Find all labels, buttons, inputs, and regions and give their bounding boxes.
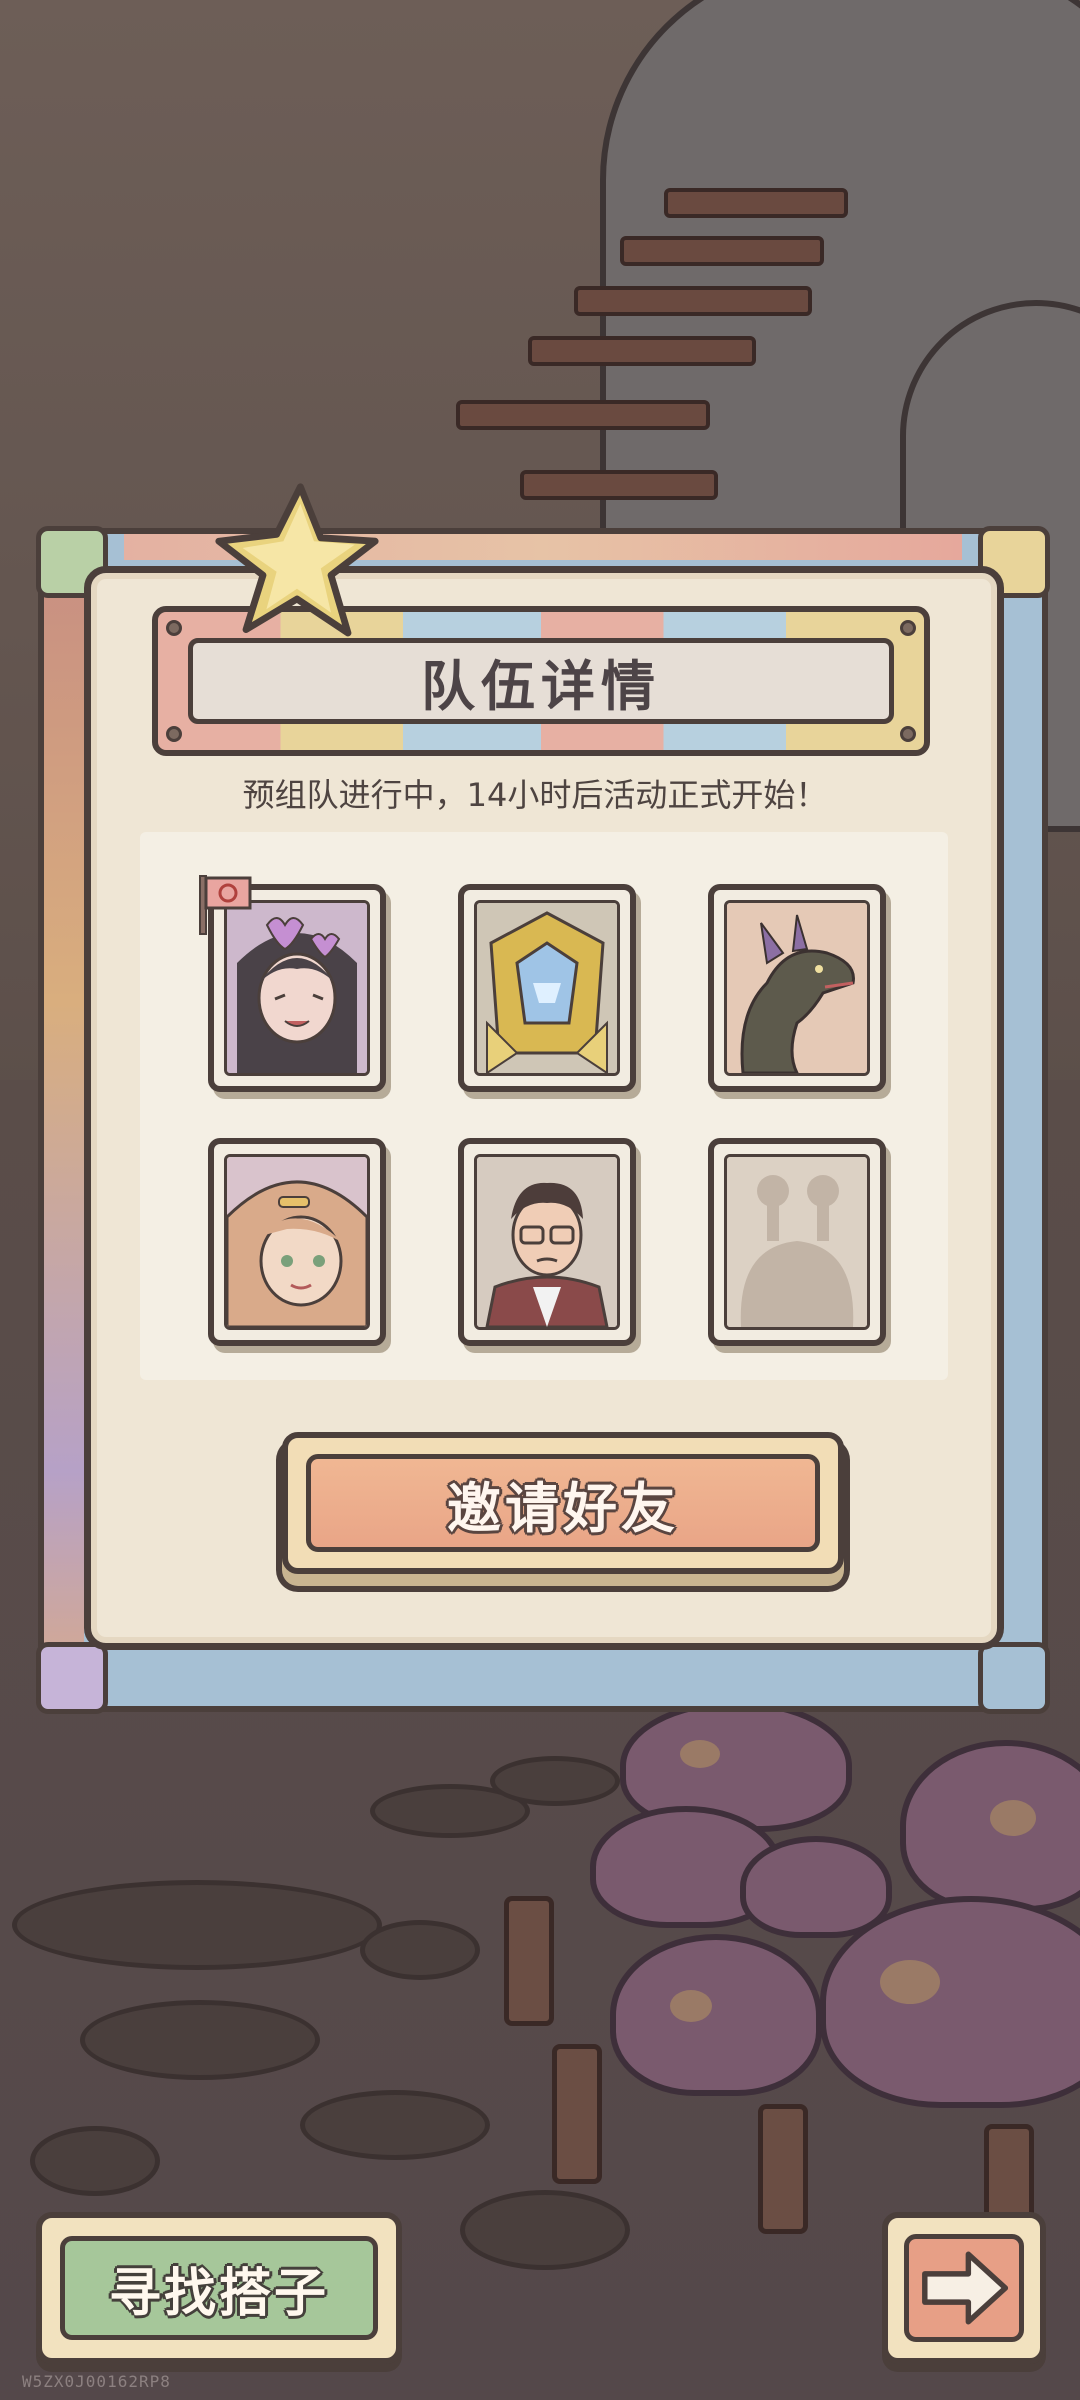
fence-post [504, 1896, 554, 2026]
stepping-stone [30, 2126, 160, 2196]
mushroom-spot [680, 1740, 720, 1768]
stepping-stone [460, 2190, 630, 2270]
mushroom-spot [670, 1990, 712, 2022]
mushroom [610, 1934, 822, 2096]
stair-plank [520, 470, 718, 500]
dragon-portrait [727, 903, 867, 1073]
golden-armored-knight-portrait [477, 903, 617, 1073]
stair-plank [456, 400, 710, 430]
stepping-stone [300, 2090, 490, 2160]
fence-post [552, 2044, 602, 2184]
mushroom-spot [990, 1800, 1036, 1836]
member-slot-6-empty[interactable] [708, 1138, 886, 1346]
stair-plank [574, 286, 812, 316]
member-portrait [224, 1154, 370, 1330]
member-slot-5[interactable] [458, 1138, 636, 1346]
find-partner-label: 寻找搭子 [108, 2263, 329, 2324]
arrow-right-icon [922, 2251, 1009, 2325]
fence-post [758, 2104, 808, 2234]
member-slot-2[interactable] [458, 884, 636, 1092]
dialog-title: 队伍详情 [421, 654, 661, 718]
stepping-stone [490, 1756, 620, 1806]
silhouette-icon [727, 1157, 867, 1327]
man-with-glasses-portrait [477, 1157, 617, 1327]
stepping-stone [360, 1920, 480, 1980]
girl-with-hair-clip-portrait [227, 1157, 367, 1327]
bolt [900, 620, 916, 636]
dialog-subtitle: 预组队进行中，14小时后活动正式开始！ [242, 776, 828, 814]
mushroom-spot [880, 1960, 940, 2004]
member-slot-4[interactable] [208, 1138, 386, 1346]
bolt [166, 726, 182, 742]
arrow-button-face [904, 2234, 1024, 2342]
invite-button-label: 邀请好友 [447, 1476, 679, 1540]
invite-button-face: 邀请好友 [306, 1454, 820, 1552]
member-portrait [474, 1154, 620, 1330]
stair-plank [528, 336, 756, 366]
invite-friends-button[interactable]: 邀请好友 [282, 1432, 844, 1574]
empty-slot-placeholder [724, 1154, 870, 1330]
stepping-stone [80, 2000, 320, 2080]
stair-plank [664, 188, 848, 218]
frame-corner [36, 1642, 108, 1714]
bolt [166, 620, 182, 636]
find-partner-face: 寻找搭子 [60, 2236, 378, 2340]
bolt [900, 726, 916, 742]
member-portrait [474, 900, 620, 1076]
title-box: 队伍详情 [188, 638, 894, 724]
find-partner-button[interactable]: 寻找搭子 [36, 2212, 402, 2364]
member-portrait [724, 900, 870, 1076]
member-slot-3[interactable] [708, 884, 886, 1092]
stair-plank [620, 236, 824, 266]
device-id-watermark: W5ZX0J00162RP8 [22, 2372, 171, 2391]
next-arrow-button[interactable] [882, 2212, 1046, 2364]
leader-flag-icon [199, 875, 252, 935]
frame-corner [978, 1642, 1050, 1714]
star-icon [215, 483, 379, 637]
stepping-stone [12, 1880, 382, 1970]
